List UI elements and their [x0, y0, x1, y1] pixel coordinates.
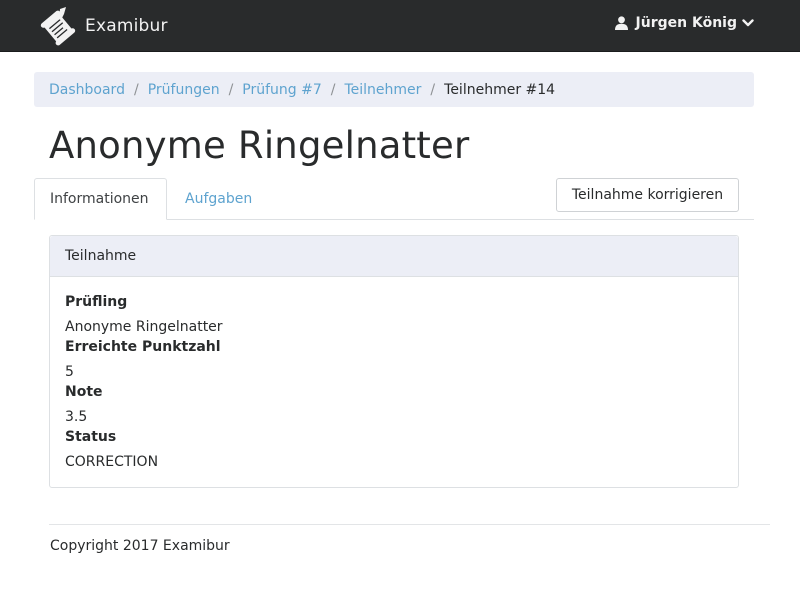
- breadcrumb-teilnehmer[interactable]: Teilnehmer: [344, 82, 421, 98]
- top-navbar: Examibur Jürgen König: [0, 0, 800, 52]
- breadcrumb-dashboard[interactable]: Dashboard: [49, 82, 125, 98]
- tab-aufgaben[interactable]: Aufgaben: [170, 178, 267, 220]
- field-value-status: CORRECTION: [65, 454, 159, 470]
- field-label-status: Status: [65, 429, 117, 445]
- field-label-punktzahl: Erreichte Punktzahl: [65, 339, 221, 355]
- breadcrumb-pruefungen[interactable]: Prüfungen: [148, 82, 220, 98]
- chevron-down-icon: [742, 18, 754, 28]
- field-label-pruefling: Prüfling: [65, 294, 128, 310]
- breadcrumb-separator: /: [330, 81, 336, 98]
- field-value-punktzahl: 5: [65, 364, 74, 380]
- breadcrumb: Dashboard / Prüfungen / Prüfung #7 / Tei…: [34, 72, 754, 107]
- page-title: Anonyme Ringelnatter: [49, 124, 470, 167]
- breadcrumb-pruefung-7[interactable]: Prüfung #7: [242, 82, 321, 98]
- user-name: Jürgen König: [635, 15, 737, 31]
- tab-informationen[interactable]: Informationen: [34, 178, 167, 220]
- breadcrumb-separator: /: [430, 81, 436, 98]
- field-value-pruefling: Anonyme Ringelnatter: [65, 319, 223, 335]
- breadcrumb-separator: /: [133, 81, 139, 98]
- scroll-quill-logo-icon: [40, 6, 76, 46]
- breadcrumb-current: Teilnehmer #14: [444, 81, 556, 98]
- breadcrumb-separator: /: [228, 81, 234, 98]
- correct-participation-button[interactable]: Teilnahme korrigieren: [556, 178, 739, 212]
- field-value-note: 3.5: [65, 409, 88, 425]
- brand-name: Examibur: [85, 16, 168, 36]
- card-header: Teilnahme: [50, 236, 738, 277]
- participation-card: Teilnahme Prüfling Anonyme Ringelnatter …: [49, 235, 739, 488]
- user-menu-toggle[interactable]: Jürgen König: [614, 15, 754, 31]
- footer-divider: [49, 524, 770, 525]
- field-label-note: Note: [65, 384, 103, 400]
- brand-link[interactable]: Examibur: [40, 6, 168, 46]
- footer-copyright: Copyright 2017 Examibur: [50, 538, 230, 554]
- user-icon: [614, 16, 628, 30]
